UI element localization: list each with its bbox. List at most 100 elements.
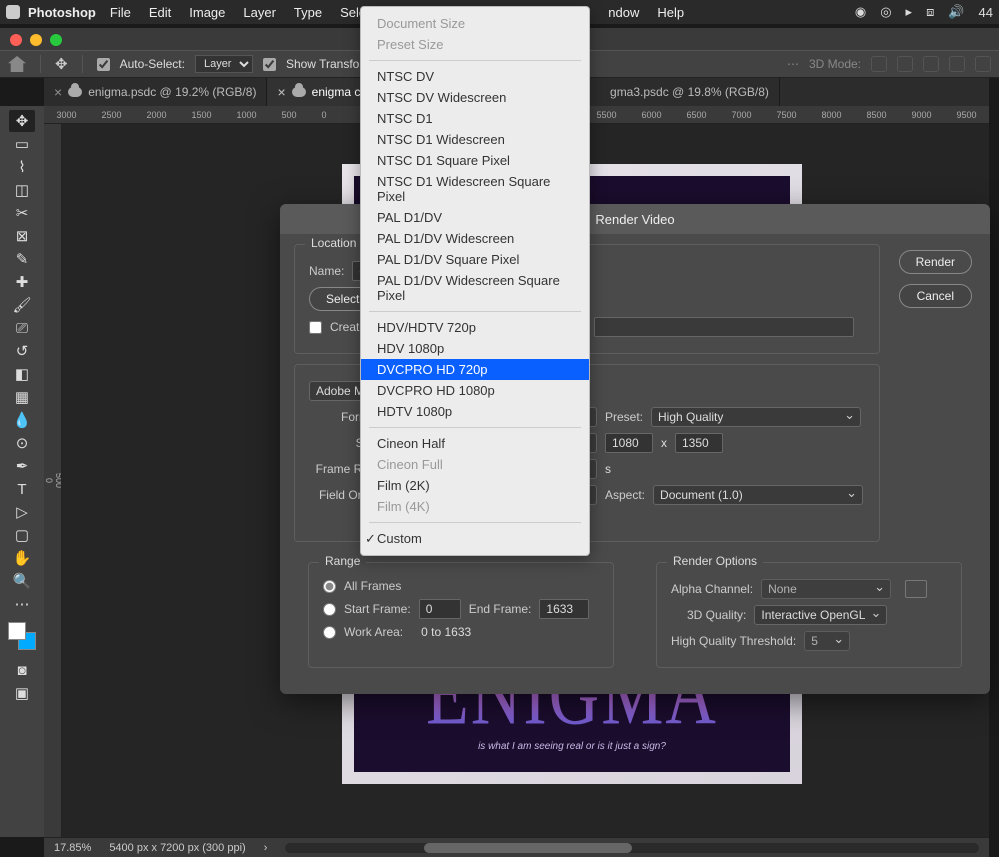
object-select-tool[interactable]: ◫ xyxy=(9,179,35,201)
dropdown-item[interactable]: PAL D1/DV xyxy=(361,207,589,228)
close-window-button[interactable] xyxy=(10,34,22,46)
dropdown-item-highlighted[interactable]: DVCPRO HD 720p xyxy=(361,359,589,380)
start-frame-input[interactable] xyxy=(419,599,461,619)
zoom-level[interactable]: 17.85% xyxy=(54,842,91,854)
status-battery[interactable]: 44 xyxy=(979,5,993,20)
dropdown-item: Film (4K) xyxy=(361,496,589,517)
app-name[interactable]: Photoshop xyxy=(28,5,96,20)
dropdown-item[interactable]: NTSC D1 Square Pixel xyxy=(361,150,589,171)
status-record-icon[interactable]: ◉ xyxy=(855,4,866,20)
dropdown-item[interactable]: NTSC D1 Widescreen xyxy=(361,129,589,150)
preset-select[interactable]: High Quality xyxy=(651,407,861,427)
height-input[interactable] xyxy=(675,433,723,453)
dropdown-item[interactable]: PAL D1/DV Square Pixel xyxy=(361,249,589,270)
render-button[interactable]: Render xyxy=(899,250,972,274)
3d-slide-icon[interactable] xyxy=(949,56,965,72)
3d-camera-icon[interactable] xyxy=(975,56,991,72)
zoom-tool[interactable]: 🔍 xyxy=(9,570,35,592)
show-transform-checkbox[interactable] xyxy=(263,58,276,71)
pen-tool[interactable]: ✒ xyxy=(9,455,35,477)
cancel-button[interactable]: Cancel xyxy=(899,284,972,308)
start-frame-radio[interactable] xyxy=(323,603,336,616)
work-area-radio[interactable] xyxy=(323,626,336,639)
auto-select-type[interactable]: Layer xyxy=(195,55,253,73)
clone-stamp-tool[interactable]: ⎚ xyxy=(9,317,35,339)
crop-tool[interactable]: ✂ xyxy=(9,202,35,224)
menu-window[interactable]: ndow xyxy=(608,5,639,20)
dropdown-item[interactable]: HDV/HDTV 720p xyxy=(361,317,589,338)
more-icon[interactable]: ⋯ xyxy=(787,57,799,71)
dropdown-item[interactable]: HDTV 1080p xyxy=(361,401,589,422)
separator xyxy=(40,55,41,73)
3d-quality-select[interactable]: Interactive OpenGL xyxy=(754,605,887,625)
dodge-tool[interactable]: ⊙ xyxy=(9,432,35,454)
history-brush-tool[interactable]: ↺ xyxy=(9,340,35,362)
dropdown-item[interactable]: NTSC D1 Widescreen Square Pixel xyxy=(361,171,589,207)
dropdown-item[interactable]: HDV 1080p xyxy=(361,338,589,359)
scrollbar-thumb[interactable] xyxy=(424,843,632,853)
dropdown-item[interactable]: DVCPRO HD 1080p xyxy=(361,380,589,401)
all-frames-radio[interactable] xyxy=(323,580,336,593)
minimize-window-button[interactable] xyxy=(30,34,42,46)
dropdown-item[interactable]: PAL D1/DV Widescreen Square Pixel xyxy=(361,270,589,306)
dropdown-item[interactable]: NTSC DV Widescreen xyxy=(361,87,589,108)
move-tool-icon[interactable]: ✥ xyxy=(55,55,68,73)
apple-icon[interactable] xyxy=(6,5,20,19)
dropdown-item[interactable]: Cineon Half xyxy=(361,433,589,454)
quick-mask-icon[interactable]: ◙ xyxy=(9,659,35,681)
shape-tool[interactable]: ▢ xyxy=(9,524,35,546)
aspect-select[interactable]: Document (1.0) xyxy=(653,485,863,505)
menu-help[interactable]: Help xyxy=(657,5,684,20)
color-swatch[interactable] xyxy=(8,622,36,650)
create-subfolder-checkbox[interactable] xyxy=(309,321,322,334)
gradient-tool[interactable]: ▦ xyxy=(9,386,35,408)
eyedropper-tool[interactable]: ✎ xyxy=(9,248,35,270)
brush-tool[interactable]: 🖌 xyxy=(9,294,35,316)
home-icon[interactable] xyxy=(8,56,26,72)
status-volume-icon[interactable]: 🔊 xyxy=(948,4,964,20)
menu-type[interactable]: Type xyxy=(294,5,322,20)
status-app-icon[interactable]: ⧈ xyxy=(926,4,934,20)
document-tab[interactable]: gma3.psdc @ 19.8% (RGB/8) xyxy=(600,78,780,106)
edit-toolbar[interactable]: ⋯ xyxy=(9,593,35,615)
end-frame-input[interactable] xyxy=(539,599,589,619)
close-tab-icon[interactable]: × xyxy=(54,84,62,100)
marquee-tool[interactable]: ▭ xyxy=(9,133,35,155)
width-input[interactable] xyxy=(605,433,653,453)
frame-tool[interactable]: ⊠ xyxy=(9,225,35,247)
subfolder-input xyxy=(594,317,854,337)
menu-image[interactable]: Image xyxy=(189,5,225,20)
dropdown-item[interactable]: PAL D1/DV Widescreen xyxy=(361,228,589,249)
work-area-label: Work Area: xyxy=(344,625,403,639)
screen-mode-icon[interactable]: ▣ xyxy=(9,682,35,704)
close-tab-icon[interactable]: × xyxy=(277,84,285,100)
dropdown-item[interactable]: Film (2K) xyxy=(361,475,589,496)
menu-file[interactable]: File xyxy=(110,5,131,20)
blur-tool[interactable]: 💧 xyxy=(9,409,35,431)
zoom-window-button[interactable] xyxy=(50,34,62,46)
ruler-tick: 9000 xyxy=(911,110,931,120)
healing-brush-tool[interactable]: ✚ xyxy=(9,271,35,293)
eraser-tool[interactable]: ◧ xyxy=(9,363,35,385)
chevron-right-icon[interactable]: › xyxy=(264,842,268,854)
dropdown-item[interactable]: NTSC D1 xyxy=(361,108,589,129)
fg-color-swatch[interactable] xyxy=(8,622,26,640)
type-tool[interactable]: T xyxy=(9,478,35,500)
lasso-tool[interactable]: ⌇ xyxy=(9,156,35,178)
menu-edit[interactable]: Edit xyxy=(149,5,171,20)
status-play-icon[interactable]: ▸ xyxy=(906,4,913,20)
auto-select-checkbox[interactable] xyxy=(97,58,110,71)
document-tab[interactable]: × enigma.psdc @ 19.2% (RGB/8) xyxy=(44,78,267,106)
vertical-ruler[interactable]: 0500100015002000250030003500400045005000… xyxy=(44,124,62,837)
horizontal-scrollbar[interactable] xyxy=(285,843,979,853)
3d-pan-icon[interactable] xyxy=(923,56,939,72)
move-tool[interactable]: ✥ xyxy=(9,110,35,132)
menu-layer[interactable]: Layer xyxy=(243,5,276,20)
3d-roll-icon[interactable] xyxy=(897,56,913,72)
dropdown-item[interactable]: NTSC DV xyxy=(361,66,589,87)
dropdown-item-checked[interactable]: Custom xyxy=(361,528,589,549)
status-airdrop-icon[interactable]: ◎ xyxy=(880,4,891,20)
hand-tool[interactable]: ✋ xyxy=(9,547,35,569)
3d-orbit-icon[interactable] xyxy=(871,56,887,72)
path-select-tool[interactable]: ▷ xyxy=(9,501,35,523)
